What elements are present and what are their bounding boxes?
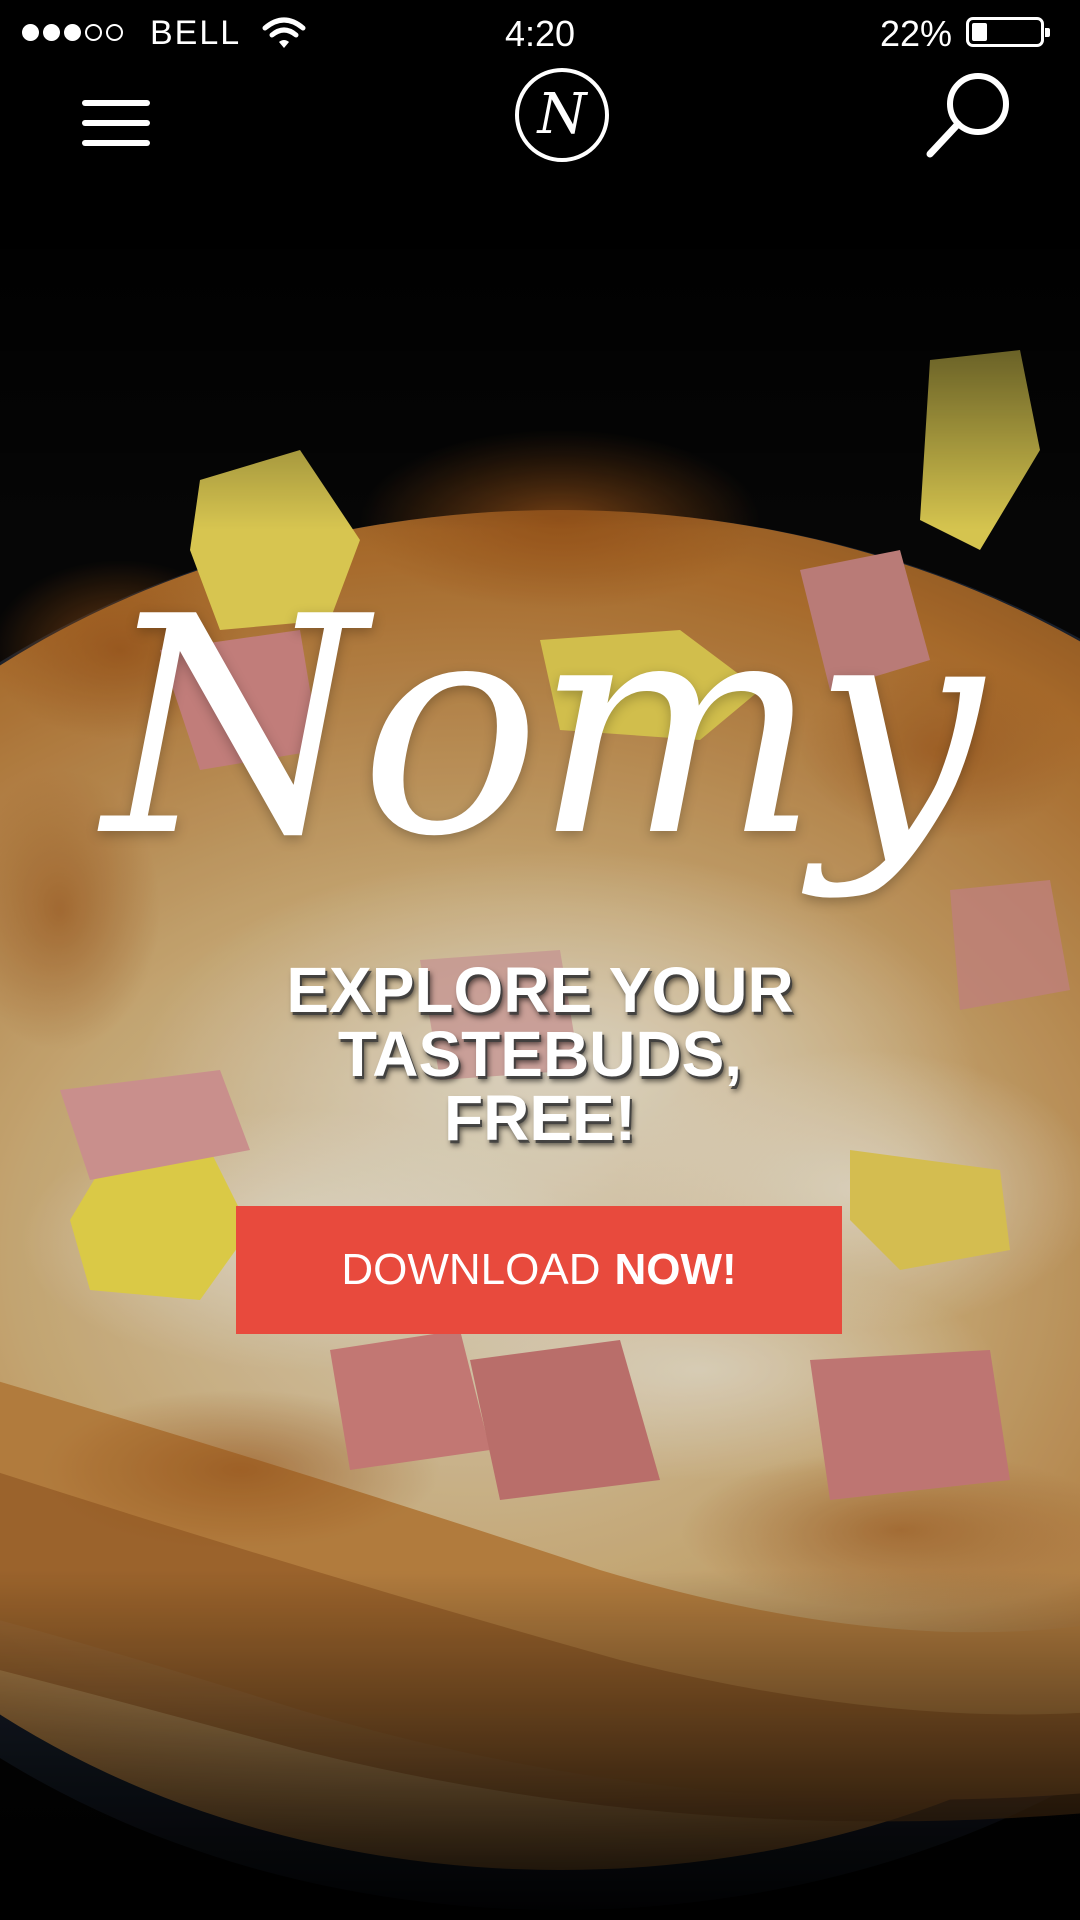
nav-bar: N: [0, 68, 1080, 190]
menu-line: [82, 140, 150, 146]
download-button-emphasis: NOW!: [614, 1245, 737, 1294]
status-bar: BELL 4:20 22%: [0, 0, 1080, 68]
screen: BELL 4:20 22% N Nomy EXPLORE YOUR TASTEB…: [0, 0, 1080, 1920]
tagline-line-2: TASTEBUDS,: [337, 1018, 743, 1090]
battery-percentage: 22%: [879, 13, 952, 54]
app-logo[interactable]: N: [515, 68, 609, 162]
download-now-button[interactable]: DOWNLOAD NOW!: [236, 1206, 842, 1334]
hero-section: Nomy EXPLORE YOUR TASTEBUDS, FREE! DOWNL…: [0, 190, 1080, 1920]
tagline-line-1: EXPLORE YOUR: [286, 954, 794, 1026]
brand-title: Nomy: [103, 553, 982, 902]
tagline: EXPLORE YOUR TASTEBUDS, FREE!: [200, 958, 880, 1150]
menu-line: [82, 120, 150, 126]
tagline-line-3: FREE!: [444, 1082, 636, 1154]
battery-icon: [966, 17, 1050, 47]
download-button-label: DOWNLOAD: [341, 1245, 601, 1294]
logo-letter: N: [537, 82, 587, 147]
battery-level: [972, 23, 987, 41]
hamburger-menu-icon[interactable]: [82, 98, 150, 148]
menu-line: [82, 100, 150, 106]
search-icon[interactable]: [922, 68, 1014, 160]
